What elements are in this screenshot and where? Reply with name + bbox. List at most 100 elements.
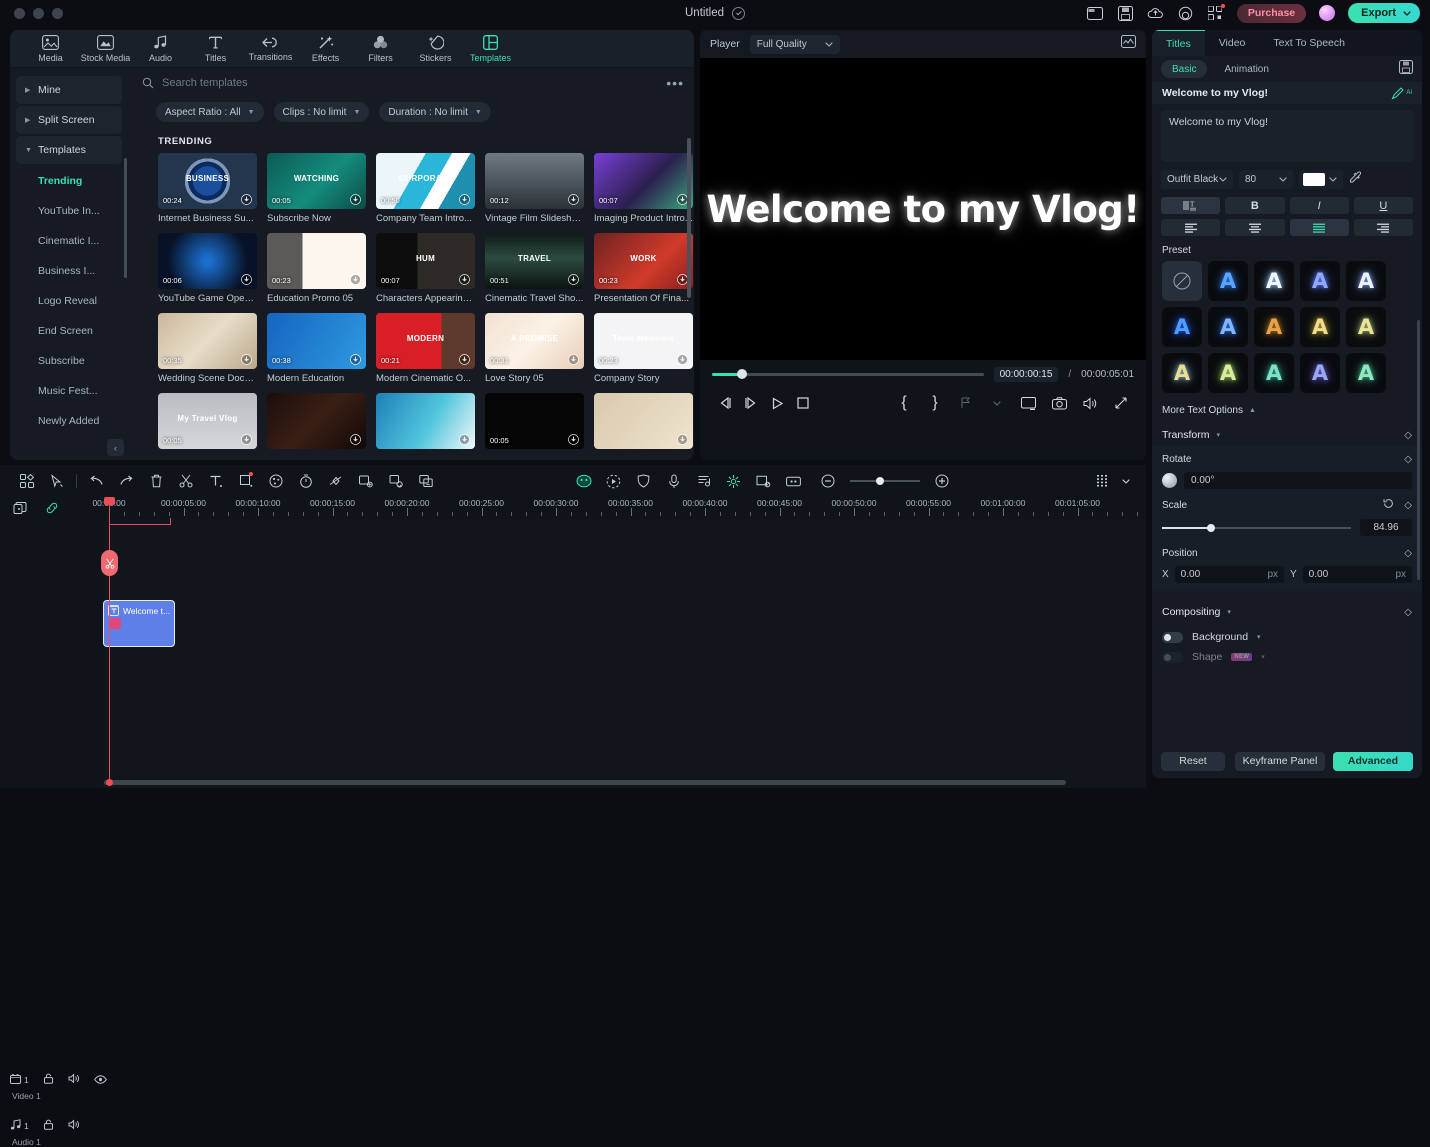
preset-cell[interactable]: A	[1300, 353, 1340, 393]
template-card[interactable]: A PROMISE 00:31 Love Story 05	[485, 313, 584, 384]
underline-button[interactable]: U	[1353, 197, 1413, 214]
sidebar-item-logo-reveal[interactable]: Logo Reveal	[16, 286, 122, 316]
template-thumbnail[interactable]	[267, 393, 366, 449]
template-card[interactable]: 00:06 YouTube Game Open...	[158, 233, 257, 304]
template-card[interactable]: MODERN 00:21 Modern Cinematic O...	[376, 313, 475, 384]
keyframe-panel-button[interactable]: Keyframe Panel	[1235, 751, 1325, 771]
nav-item-audio[interactable]: Audio	[134, 30, 187, 68]
background-toggle[interactable]	[1162, 631, 1183, 643]
marker-icon[interactable]	[953, 390, 979, 416]
preset-cell[interactable]: A	[1346, 353, 1386, 393]
download-icon[interactable]	[349, 433, 362, 446]
template-card[interactable]: BUSINESS 00:24 Internet Business Su...	[158, 153, 257, 224]
prev-frame-icon[interactable]	[712, 390, 738, 416]
template-thumbnail[interactable]: 00:35	[158, 313, 257, 369]
align-right-button[interactable]	[1353, 219, 1413, 236]
scale-slider[interactable]	[1162, 523, 1351, 532]
preset-cell[interactable]: A	[1162, 307, 1202, 347]
chevron-down-icon[interactable]	[984, 390, 1010, 416]
redo-icon[interactable]	[111, 466, 141, 496]
align-left-button[interactable]	[1161, 219, 1221, 236]
download-icon[interactable]	[567, 193, 580, 206]
more-options-icon[interactable]: •••	[666, 75, 684, 91]
font-color-select[interactable]	[1299, 170, 1343, 189]
expand-arrow-icon[interactable]	[1108, 390, 1134, 416]
rotate-dial[interactable]	[1162, 473, 1177, 488]
close-window-button[interactable]	[14, 7, 25, 19]
download-icon[interactable]	[458, 433, 471, 446]
nav-item-effects[interactable]: Effects	[299, 30, 352, 68]
properties-scrollbar[interactable]	[1417, 320, 1420, 580]
template-thumbnail[interactable]: 00:38	[267, 313, 366, 369]
help-icon[interactable]	[1177, 5, 1194, 22]
nav-item-filters[interactable]: Filters	[354, 30, 407, 68]
lock-icon[interactable]	[43, 1071, 54, 1089]
sidebar-item-youtube-in[interactable]: YouTube In...	[16, 196, 122, 226]
download-icon[interactable]	[567, 433, 580, 446]
download-icon[interactable]	[349, 353, 362, 366]
template-thumbnail[interactable]: WORK 00:23	[594, 233, 693, 289]
download-icon[interactable]	[567, 273, 580, 286]
scale-slider-handle[interactable]	[1207, 523, 1216, 532]
template-card[interactable]: 00:07 Imaging Product Intro...	[594, 153, 693, 224]
align-justify-button[interactable]	[1289, 219, 1349, 236]
template-card[interactable]	[594, 393, 693, 453]
template-thumbnail[interactable]: My Travel Vlog 00:05	[158, 393, 257, 449]
sidebar-item-end-screen[interactable]: End Screen	[16, 316, 122, 346]
sidebar-group-split-screen[interactable]: ▶ Split Screen	[16, 106, 122, 134]
stop-icon[interactable]	[790, 390, 816, 416]
more-text-options-button[interactable]: More Text Options ▲	[1152, 393, 1422, 416]
template-thumbnail[interactable]	[376, 393, 475, 449]
ai-smart-icon[interactable]	[569, 466, 599, 496]
download-icon[interactable]	[240, 193, 253, 206]
template-thumbnail[interactable]: 00:05	[485, 393, 584, 449]
zoom-slider-track[interactable]	[849, 477, 920, 485]
template-card[interactable]: 00:05	[485, 393, 584, 453]
sidebar-item-business-i[interactable]: Business I...	[16, 256, 122, 286]
filter-clips[interactable]: Clips : No limit ▼	[273, 102, 370, 122]
scope-monitor-icon[interactable]	[1121, 35, 1136, 53]
template-card[interactable]: 00:12 Vintage Film Slidesho...	[485, 153, 584, 224]
shape-toggle[interactable]	[1162, 651, 1183, 663]
filter-aspect[interactable]: Aspect Ratio : All ▼	[156, 102, 264, 122]
italic-button[interactable]: I	[1289, 197, 1349, 214]
template-thumbnail[interactable]: A PROMISE 00:31	[485, 313, 584, 369]
delete-trash-icon[interactable]	[141, 466, 171, 496]
preview-stage[interactable]: Welcome to my Vlog!	[700, 58, 1146, 360]
subtab-animation[interactable]: Animation	[1213, 60, 1279, 78]
template-thumbnail[interactable]: Team Members 00:23	[594, 313, 693, 369]
add-track-icon[interactable]	[12, 493, 28, 523]
pos-x-field[interactable]: 0.00 px	[1174, 566, 1284, 583]
spacing-icon[interactable]: T	[1161, 197, 1221, 214]
template-thumbnail[interactable]: HUM 00:07	[376, 233, 475, 289]
audio-ducking-icon[interactable]	[689, 466, 719, 496]
sidebar-group-mine[interactable]: ▶ Mine	[16, 76, 122, 104]
nav-item-templates[interactable]: Templates	[464, 30, 517, 68]
timeline-clip[interactable]: Welcome t...	[103, 600, 175, 647]
template-card[interactable]	[267, 393, 366, 453]
sidebar-item-music-fest[interactable]: Music Fest...	[16, 376, 122, 406]
color-palette-icon[interactable]	[261, 466, 291, 496]
download-icon[interactable]	[349, 193, 362, 206]
keyframe-diamond-icon[interactable]: ◇	[1404, 548, 1412, 559]
template-card[interactable]: 00:23 Education Promo 05	[267, 233, 366, 304]
chevron-down-icon[interactable]	[1118, 466, 1134, 496]
keyframe-diamond-icon[interactable]: ◇	[1404, 500, 1412, 511]
preset-cell[interactable]: A	[1208, 307, 1248, 347]
zoom-in-icon[interactable]	[927, 466, 957, 496]
template-thumbnail[interactable]: BUSINESS 00:24	[158, 153, 257, 209]
template-card[interactable]: 00:38 Modern Education	[267, 313, 366, 384]
font-family-select[interactable]: Outfit Black	[1161, 170, 1233, 189]
grid-view-icon[interactable]	[12, 466, 42, 496]
template-card[interactable]: HUM 00:07 Characters Appearing...	[376, 233, 475, 304]
sidebar-item-trending[interactable]: Trending	[16, 166, 122, 196]
template-card[interactable]: CORPORATE 00:50 Company Team Intro...	[376, 153, 475, 224]
search-input[interactable]	[162, 77, 659, 89]
preset-cell[interactable]: A	[1254, 261, 1294, 301]
nav-item-stock-media[interactable]: Stock Media	[79, 30, 132, 68]
download-icon[interactable]	[349, 273, 362, 286]
advanced-button[interactable]: Advanced	[1333, 751, 1413, 771]
mark-in-brace-icon[interactable]: {	[891, 390, 917, 416]
playback-scrubber[interactable]	[712, 369, 984, 379]
template-thumbnail[interactable]: 00:12	[485, 153, 584, 209]
